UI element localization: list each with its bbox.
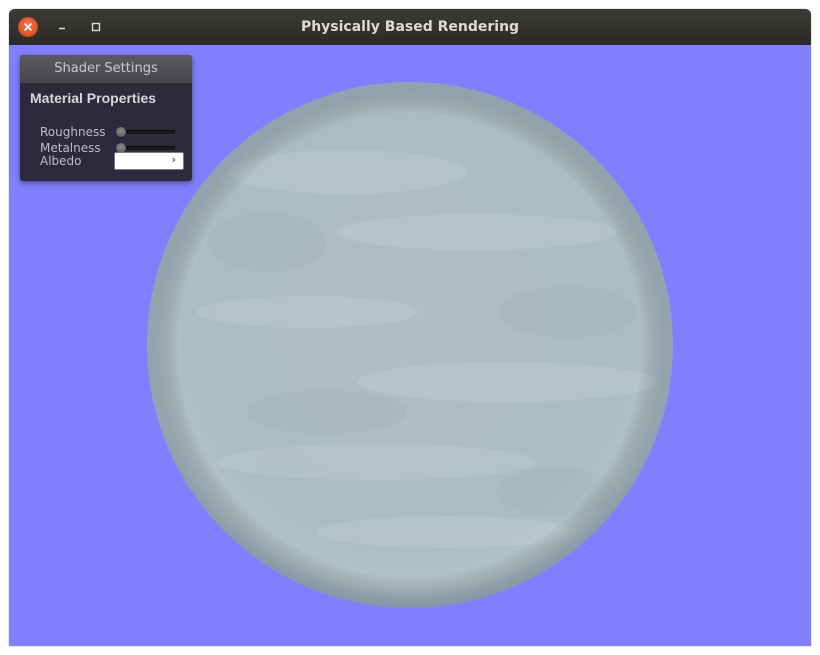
- material-properties-title: Material Properties: [30, 90, 157, 106]
- roughness-label: Roughness: [40, 125, 106, 139]
- panel-header[interactable]: Shader Settings: [20, 55, 192, 84]
- title-bar[interactable]: Physically Based Rendering: [9, 9, 811, 45]
- metalness-label: Metalness: [40, 141, 101, 155]
- metalness-slider[interactable]: [116, 143, 175, 153]
- roughness-slider-knob[interactable]: [116, 127, 126, 137]
- render-viewport[interactable]: Shader Settings Material Properties Roug…: [9, 45, 811, 646]
- shader-settings-panel: Shader Settings Material Properties Roug…: [20, 55, 192, 181]
- window-title: Physically Based Rendering: [300, 19, 520, 35]
- roughness-slider[interactable]: [116, 127, 175, 137]
- app-window: Physically Based Rendering Shader Settin…: [9, 9, 811, 646]
- rendered-sphere: [147, 82, 673, 608]
- albedo-label: Albedo: [40, 154, 82, 168]
- chevron-right-icon: ›: [171, 153, 176, 166]
- albedo-color-picker[interactable]: ›: [114, 152, 184, 170]
